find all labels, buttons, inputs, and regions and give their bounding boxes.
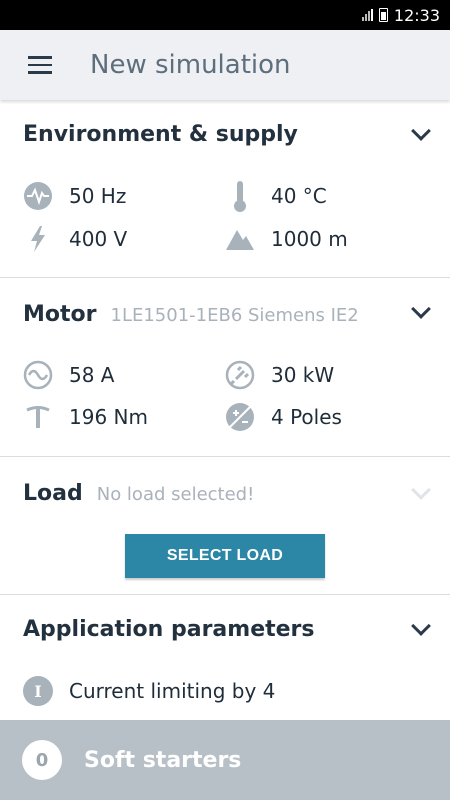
application-header[interactable]: Application parameters <box>23 617 315 642</box>
altitude-mountain-icon <box>223 222 257 256</box>
temperature-item: 40 °C <box>223 179 327 213</box>
current-limiting-item: I Current limiting by 4 <box>21 674 275 708</box>
poles-icon <box>223 400 257 434</box>
altitude-value: 1000 m <box>271 227 348 251</box>
power-item: 30 kW <box>223 358 334 392</box>
hamburger-menu-icon[interactable] <box>0 30 80 100</box>
section-title: Application parameters <box>23 617 315 642</box>
chevron-down-icon[interactable] <box>411 299 431 319</box>
poles-value: 4 Poles <box>271 405 342 429</box>
load-header[interactable]: Load No load selected! <box>23 481 254 506</box>
environment-section: Environment & supply 50 Hz 40 °C 400 V 1… <box>0 100 450 278</box>
chevron-down-icon[interactable] <box>411 616 431 636</box>
power-value: 30 kW <box>271 363 335 387</box>
status-bar: 12:33 <box>0 0 450 30</box>
torque-item: 196 Nm <box>21 400 148 434</box>
chevron-down-icon <box>411 480 431 500</box>
soft-starters-bar[interactable]: 0 Soft starters <box>0 720 450 800</box>
temperature-value: 40 °C <box>271 184 327 208</box>
status-time: 12:33 <box>393 5 440 25</box>
load-status: No load selected! <box>96 484 255 505</box>
current-value: 58 A <box>69 363 115 387</box>
torque-value: 196 Nm <box>69 405 148 429</box>
power-plug-icon <box>223 358 257 392</box>
application-section: Application parameters I Current limitin… <box>0 595 450 720</box>
poles-item: 4 Poles <box>223 400 342 434</box>
altitude-item: 1000 m <box>223 222 348 256</box>
motor-header[interactable]: Motor 1LE1501-1EB6 Siemens IE2 <box>23 302 359 327</box>
info-icon: I <box>21 674 55 708</box>
select-load-button[interactable]: SELECT LOAD <box>125 534 325 578</box>
battery-icon <box>378 8 388 22</box>
environment-header[interactable]: Environment & supply <box>23 122 298 147</box>
soft-starters-label: Soft starters <box>84 747 242 773</box>
frequency-value: 50 Hz <box>69 184 127 208</box>
signal-icon <box>361 9 373 21</box>
section-title: Motor <box>23 302 97 327</box>
voltage-item: 400 V <box>21 222 127 256</box>
voltage-bolt-icon <box>21 222 55 256</box>
current-item: 58 A <box>21 358 115 392</box>
page-title: New simulation <box>90 50 291 80</box>
motor-model: 1LE1501-1EB6 Siemens IE2 <box>110 305 359 326</box>
torque-icon <box>21 400 55 434</box>
thermometer-icon <box>223 179 257 213</box>
soft-starters-count: 0 <box>22 740 62 780</box>
app-bar: New simulation <box>0 30 450 100</box>
voltage-value: 400 V <box>69 227 128 251</box>
info-glyph: I <box>23 676 53 706</box>
motor-section: Motor 1LE1501-1EB6 Siemens IE2 58 A 30 k… <box>0 278 450 457</box>
section-title: Environment & supply <box>23 122 298 147</box>
frequency-icon <box>21 179 55 213</box>
frequency-item: 50 Hz <box>21 179 126 213</box>
current-sine-icon <box>21 358 55 392</box>
chevron-down-icon[interactable] <box>411 121 431 141</box>
section-title: Load <box>23 481 83 506</box>
current-limiting-value: Current limiting by 4 <box>69 679 276 703</box>
